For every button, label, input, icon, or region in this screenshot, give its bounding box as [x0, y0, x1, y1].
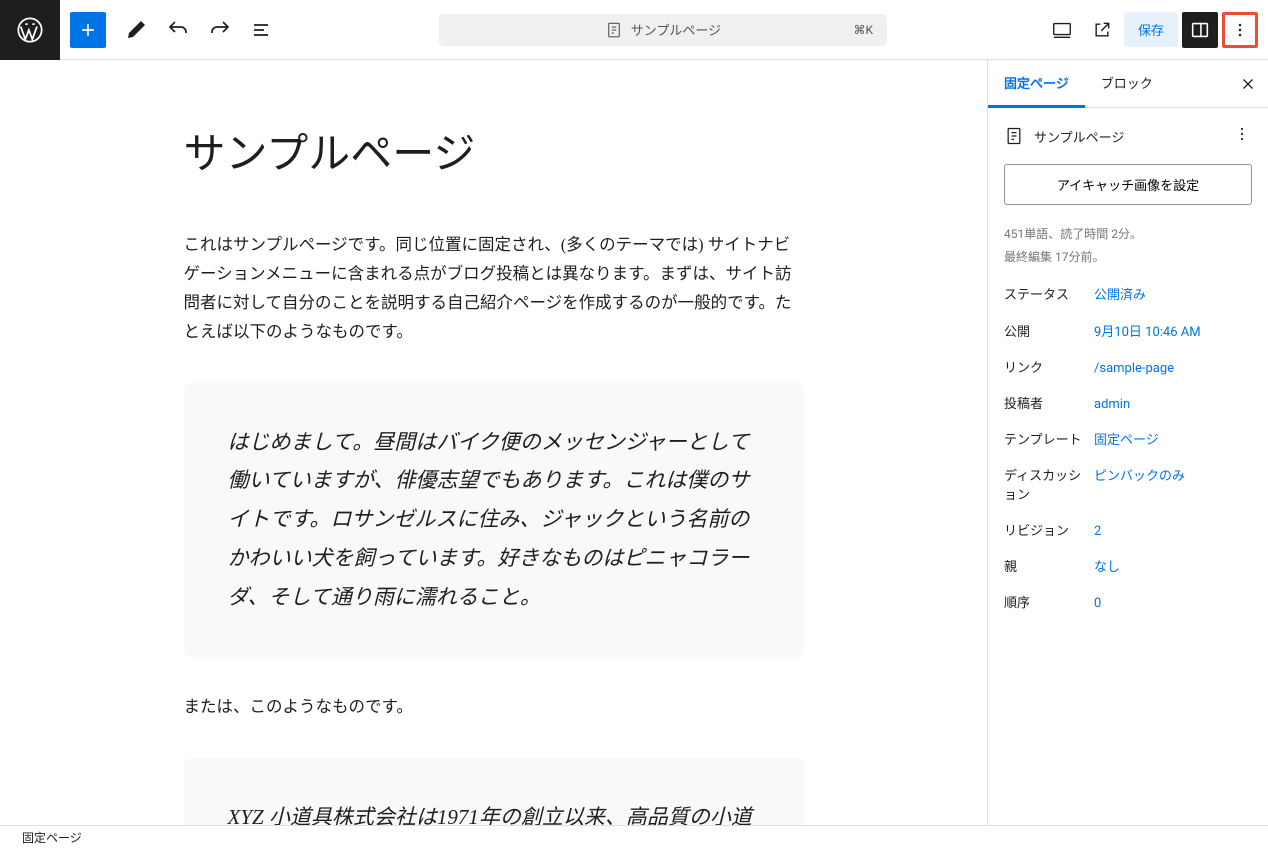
wordpress-logo[interactable]	[0, 0, 60, 60]
setting-status: ステータス公開済み	[1004, 287, 1252, 305]
settings-sidebar: 固定ページ ブロック サンプルページ アイキャッチ画像を設定 451単語、読了時…	[987, 60, 1268, 825]
last-edit-text: 最終編集 17分前。	[1004, 248, 1252, 267]
pencil-icon	[124, 18, 148, 42]
settings-sidebar-toggle[interactable]	[1182, 12, 1218, 48]
word-count-text: 451単語、読了時間 2分。	[1004, 225, 1252, 244]
quote-block[interactable]: はじめまして。昼間はバイク便のメッセンジャーとして働いていますが、俳優志望でもあ…	[184, 383, 804, 657]
tab-page[interactable]: 固定ページ	[988, 60, 1085, 108]
keyboard-shortcut: ⌘K	[853, 23, 873, 37]
setting-author: 投稿者admin	[1004, 396, 1252, 414]
page-summary-row: サンプルページ	[1004, 124, 1252, 148]
setting-template: テンプレート固定ページ	[1004, 432, 1252, 450]
setting-link: リンク/sample-page	[1004, 360, 1252, 378]
paragraph-block[interactable]: または、このようなものです。	[184, 693, 804, 722]
paragraph-block[interactable]: これはサンプルページです。同じ位置に固定され、(多くのテーマでは) サイトナビゲ…	[184, 231, 804, 347]
editor-footer: 固定ページ	[0, 825, 1268, 849]
page-icon	[605, 21, 623, 39]
setting-order: 順序0	[1004, 595, 1252, 613]
page-title[interactable]: サンプルページ	[184, 120, 804, 181]
external-link-button[interactable]	[1084, 12, 1120, 48]
setting-publish: 公開9月10日 10:46 AM	[1004, 324, 1252, 342]
page-icon	[1004, 126, 1024, 146]
quote-block[interactable]: XYZ 小道具株式会社は1971年の創立以来、高品質の小道具を皆様にご提供させて…	[184, 758, 804, 825]
close-icon	[1239, 75, 1257, 93]
view-button[interactable]	[1044, 12, 1080, 48]
options-button[interactable]	[1222, 12, 1258, 48]
document-title-bar[interactable]: サンプルページ ⌘K	[439, 14, 887, 46]
redo-button[interactable]	[202, 12, 238, 48]
tools-button[interactable]	[118, 12, 154, 48]
setting-discussion: ディスカッションピンバックのみ	[1004, 468, 1252, 504]
page-settings-list: ステータス公開済み 公開9月10日 10:46 AM リンク/sample-pa…	[1004, 287, 1252, 613]
list-icon	[250, 18, 274, 42]
sidebar-tabs: 固定ページ ブロック	[988, 60, 1268, 108]
wordpress-icon	[16, 16, 44, 44]
document-overview-button[interactable]	[244, 12, 280, 48]
breadcrumb[interactable]: 固定ページ	[22, 829, 82, 846]
setting-parent: 親なし	[1004, 559, 1252, 577]
save-button[interactable]: 保存	[1124, 12, 1178, 47]
undo-icon	[166, 18, 190, 42]
editor-toolbar: サンプルページ ⌘K 保存	[0, 0, 1268, 60]
editor-canvas[interactable]: サンプルページ これはサンプルページです。同じ位置に固定され、(多くのテーマでは…	[0, 60, 987, 825]
more-vertical-icon	[1232, 124, 1252, 144]
sidebar-icon	[1189, 19, 1211, 41]
document-title: サンプルページ	[631, 20, 721, 39]
redo-icon	[208, 18, 232, 42]
set-featured-image-button[interactable]: アイキャッチ画像を設定	[1004, 164, 1252, 205]
plus-icon	[78, 20, 98, 40]
close-sidebar-button[interactable]	[1236, 72, 1260, 96]
external-link-icon	[1092, 20, 1112, 40]
undo-button[interactable]	[160, 12, 196, 48]
desktop-icon	[1051, 19, 1073, 41]
tab-block[interactable]: ブロック	[1085, 60, 1169, 108]
setting-revisions: リビジョン2	[1004, 523, 1252, 541]
sidebar-page-name: サンプルページ	[1034, 127, 1124, 146]
add-block-button[interactable]	[70, 12, 106, 48]
page-actions-button[interactable]	[1232, 124, 1252, 148]
more-vertical-icon	[1230, 20, 1250, 40]
